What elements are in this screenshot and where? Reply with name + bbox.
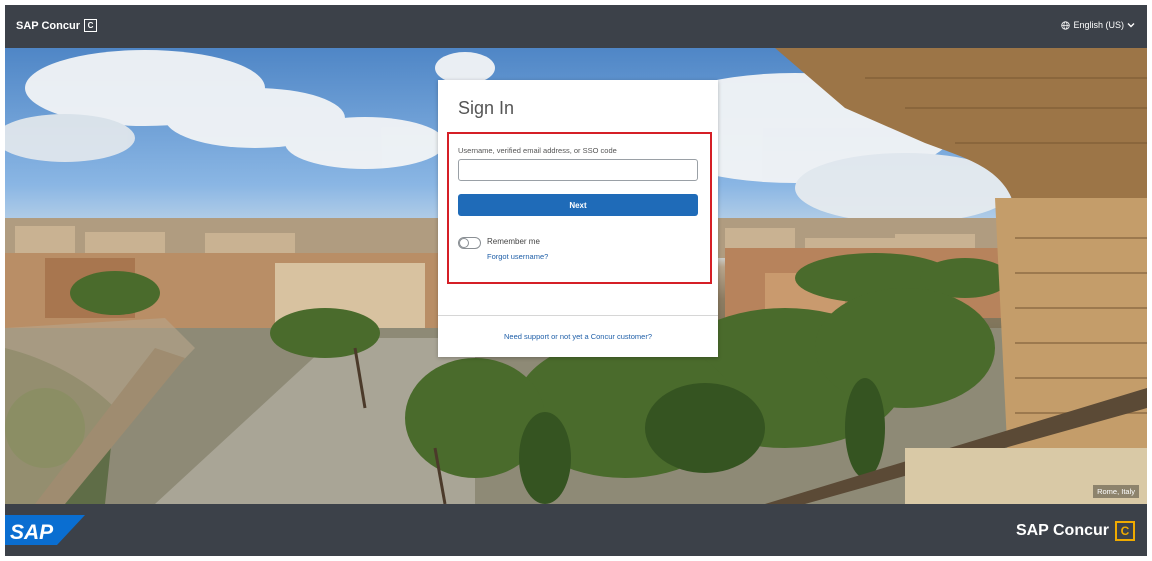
- page-title: Sign In: [458, 98, 515, 118]
- concur-icon: C: [83, 19, 97, 32]
- sap-logo: SAP: [5, 515, 85, 545]
- forgot-username-link[interactable]: Forgot username?: [487, 252, 548, 261]
- support-link[interactable]: Need support or not yet a Concur custome…: [438, 332, 718, 341]
- toggle-knob: [459, 238, 469, 248]
- top-bar: SAP Concur C English (US): [5, 5, 1147, 48]
- remember-me-label: Remember me: [487, 237, 540, 246]
- photo-caption: Rome, Italy: [1093, 485, 1139, 498]
- sap-logo-text: SAP: [10, 521, 54, 544]
- chevron-down-icon: [1127, 23, 1135, 28]
- divider: [438, 315, 718, 316]
- concur-logo-text: SAP Concur: [1015, 522, 1109, 539]
- sign-in-card: Sign In Username, verified email address…: [438, 80, 718, 357]
- brand-name: SAP Concur: [16, 19, 80, 32]
- globe-icon: [1061, 20, 1071, 30]
- page-frame: SAP Concur C English (US) Rome, Italy Si…: [5, 5, 1147, 556]
- username-input[interactable]: [458, 159, 698, 181]
- username-label: Username, verified email address, or SSO…: [458, 146, 617, 155]
- bottom-bar: SAP SAP Concur C: [5, 504, 1147, 556]
- concur-logo: SAP Concur C: [1016, 521, 1135, 541]
- language-label: English (US): [1073, 20, 1124, 30]
- concur-c-icon: C: [1115, 521, 1135, 541]
- remember-me-toggle[interactable]: [458, 237, 481, 249]
- language-selector[interactable]: English (US): [1061, 20, 1135, 30]
- brand-logo[interactable]: SAP Concur C: [16, 19, 97, 32]
- next-button[interactable]: Next: [458, 194, 698, 216]
